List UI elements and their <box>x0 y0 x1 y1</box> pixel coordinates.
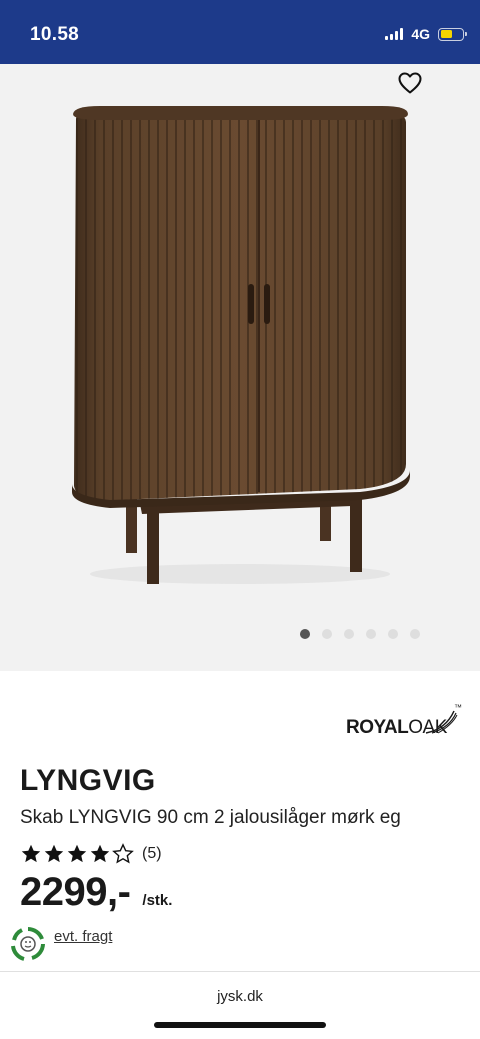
brand-trademark: ™ <box>454 703 462 712</box>
star-filled-icon <box>21 844 41 863</box>
home-indicator[interactable] <box>154 1022 326 1028</box>
network-type: 4G <box>411 26 430 42</box>
shipping-link[interactable]: evt. fragt <box>54 928 112 945</box>
cellular-signal-icon <box>385 28 404 40</box>
review-count[interactable]: (5) <box>142 845 162 863</box>
star-filled-icon <box>90 844 110 863</box>
shipping-info: evt. fragt <box>10 926 112 962</box>
product-rating[interactable]: (5) <box>20 843 162 865</box>
carousel-pagination[interactable] <box>0 629 480 639</box>
carousel-dot-5[interactable] <box>388 629 398 639</box>
carousel-dot-3[interactable] <box>344 629 354 639</box>
product-price: 2299,- <box>20 870 131 914</box>
status-bar: 10.58 4G <box>0 0 480 64</box>
price-row: 2299,- /stk. <box>20 870 172 915</box>
product-gallery[interactable] <box>0 64 480 671</box>
carousel-dot-1[interactable] <box>300 629 310 639</box>
heart-outline-icon <box>398 72 422 94</box>
battery-icon <box>438 27 467 41</box>
brand-swoosh-icon <box>425 710 458 734</box>
product-name: LYNGVIG <box>20 764 156 797</box>
product-subtitle: Skab LYNGVIG 90 cm 2 jalousilåger mørk e… <box>20 807 401 828</box>
browser-divider <box>0 971 480 972</box>
battery-level <box>440 30 452 38</box>
eco-recycle-icon <box>11 927 45 961</box>
carousel-dot-6[interactable] <box>410 629 420 639</box>
star-filled-icon <box>67 844 87 863</box>
star-empty-icon <box>112 843 134 864</box>
wishlist-button[interactable] <box>395 68 425 98</box>
status-indicators: 4G <box>385 26 467 42</box>
brand-logo: ROYALOAK ™ <box>346 703 462 739</box>
product-image-cabinet[interactable] <box>60 104 420 594</box>
browser-url[interactable]: jysk.dk <box>0 988 480 1005</box>
carousel-dot-4[interactable] <box>366 629 376 639</box>
star-filled-icon <box>44 844 64 863</box>
rating-stars <box>20 843 134 865</box>
price-unit: /stk. <box>142 892 173 909</box>
carousel-dot-2[interactable] <box>322 629 332 639</box>
status-time: 10.58 <box>30 24 80 45</box>
